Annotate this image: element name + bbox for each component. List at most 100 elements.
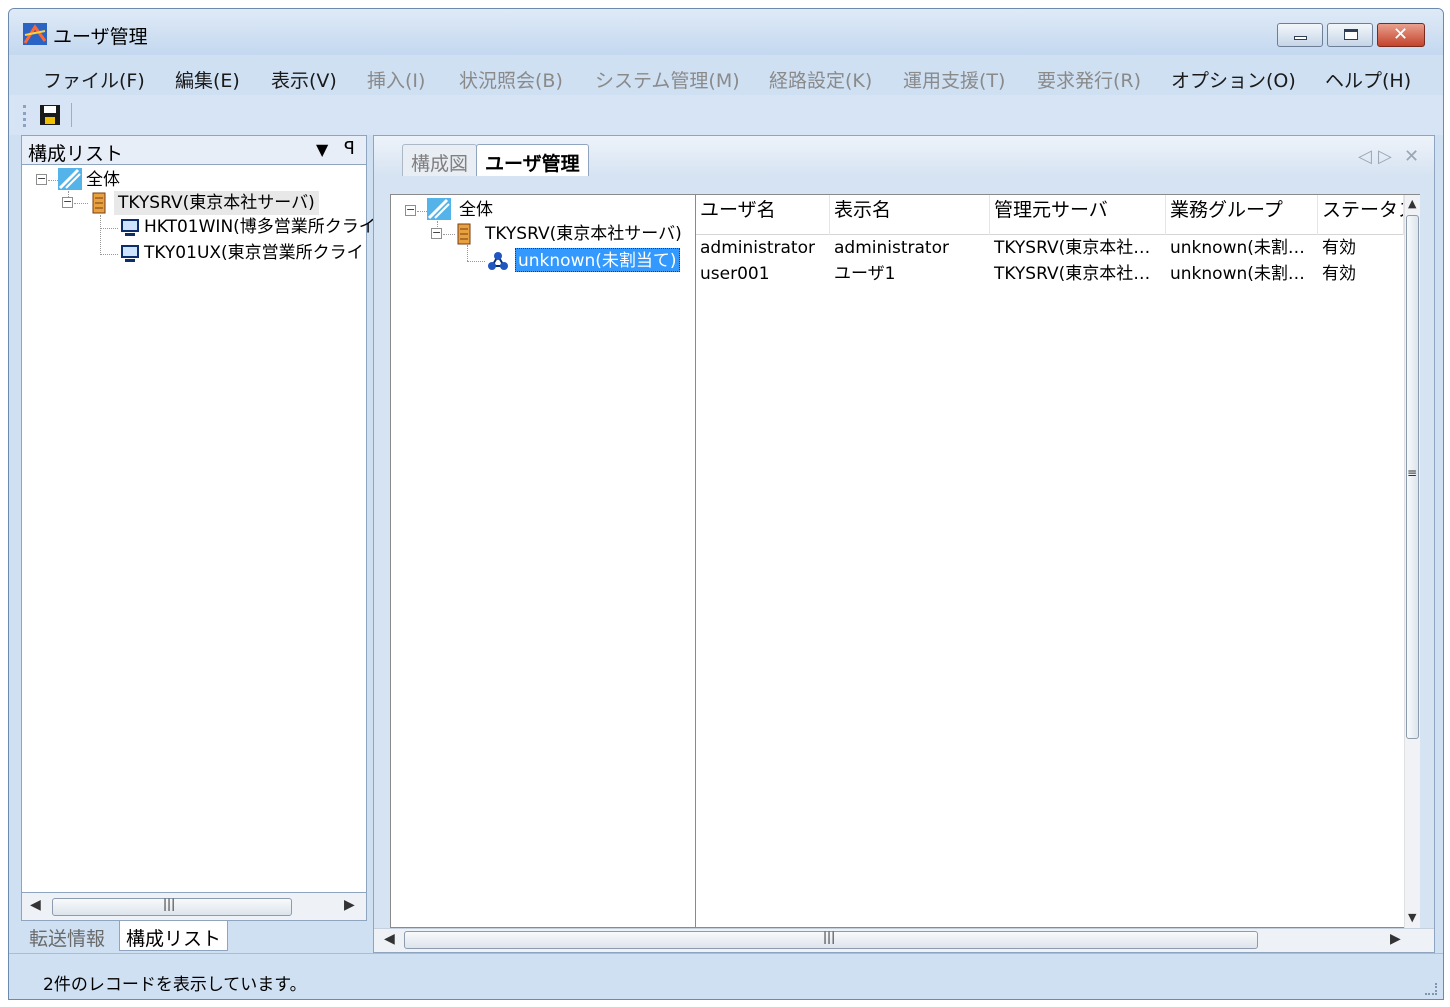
business-group-icon bbox=[488, 252, 508, 270]
user-list-header: ユーザ名 表示名 管理元サーバ 業務グループ ステータス bbox=[696, 195, 1404, 235]
server-icon bbox=[92, 192, 106, 214]
cell-managing-server: TKYSRV(東京本社… bbox=[994, 238, 1151, 258]
column-header-managing-server[interactable]: 管理元サーバ bbox=[990, 195, 1166, 235]
grip-icon: ≡ bbox=[1407, 466, 1418, 480]
save-icon[interactable] bbox=[39, 104, 61, 126]
panel-tabs: 転送情報 構成リスト bbox=[21, 921, 367, 953]
cell-username: user001 bbox=[700, 264, 770, 284]
grip-icon: ||| bbox=[163, 897, 176, 911]
tree-item-root[interactable]: 全体 bbox=[459, 198, 493, 222]
table-row[interactable]: user001 ユーザ1 TKYSRV(東京本社… unknown(未割当… 有… bbox=[696, 261, 1404, 287]
tree-connector bbox=[467, 261, 485, 262]
scroll-right-icon[interactable]: ▶ bbox=[344, 897, 355, 913]
cell-business-group: unknown(未割当… bbox=[1170, 264, 1318, 284]
maximize-icon bbox=[1344, 29, 1358, 40]
horizontal-scrollbar[interactable]: ◀ ||| ▶ bbox=[374, 928, 1434, 952]
main-window: ユーザ管理 ✕ ファイル(F) 編集(E) 表示(V) 挿入(I) 状況照会(B… bbox=[8, 8, 1444, 1000]
scroll-thumb[interactable]: ||| bbox=[52, 897, 292, 916]
menu-issue-request[interactable]: 要求発行(R) bbox=[1037, 66, 1141, 93]
client-pc-icon bbox=[121, 245, 139, 262]
cell-business-group: unknown(未割当… bbox=[1170, 238, 1318, 258]
menu-operation-support[interactable]: 運用支援(T) bbox=[903, 66, 1005, 93]
menu-system-admin[interactable]: システム管理(M) bbox=[595, 66, 740, 93]
tree-item-root[interactable]: 全体 bbox=[86, 168, 120, 192]
panel-title: 構成リスト bbox=[28, 143, 124, 165]
user-list: ユーザ名 表示名 管理元サーバ 業務グループ ステータス administrat… bbox=[696, 194, 1420, 929]
tree-connector bbox=[100, 228, 118, 229]
menu-help[interactable]: ヘルプ(H) bbox=[1325, 66, 1411, 93]
tab-transfer-info[interactable]: 転送情報 bbox=[23, 921, 111, 951]
horizontal-scrollbar[interactable]: ◀ ||| ▶ bbox=[21, 893, 367, 921]
maximize-button[interactable] bbox=[1327, 23, 1373, 47]
document-tab-strip: 構成図 ユーザ管理 ◁ ▷ ✕ bbox=[374, 136, 1434, 176]
close-button[interactable]: ✕ bbox=[1377, 23, 1425, 47]
network-all-icon bbox=[427, 198, 451, 220]
menu-insert[interactable]: 挿入(I) bbox=[367, 66, 425, 93]
window-title: ユーザ管理 bbox=[53, 26, 148, 48]
scroll-thumb[interactable]: ||| bbox=[404, 930, 1258, 949]
tree-item-client[interactable]: TKY01UX(東京営業所クライ bbox=[144, 241, 364, 265]
resize-grip-icon[interactable] bbox=[1425, 983, 1437, 995]
column-header-username[interactable]: ユーザ名 bbox=[696, 195, 830, 235]
column-header-status[interactable]: ステータス bbox=[1318, 195, 1404, 235]
tab-scroll-right-icon[interactable]: ▷ bbox=[1378, 146, 1392, 167]
title-bar[interactable]: ユーザ管理 ✕ bbox=[9, 9, 1443, 55]
minimize-icon bbox=[1294, 36, 1307, 40]
pin-icon[interactable]: ꟼ bbox=[344, 138, 355, 159]
client-pc-icon bbox=[121, 219, 139, 236]
scroll-up-icon[interactable]: ▲ bbox=[1408, 197, 1416, 210]
collapse-icon[interactable]: − bbox=[431, 227, 442, 239]
minimize-button[interactable] bbox=[1277, 23, 1323, 47]
tree-item-client[interactable]: HKT01WIN(博多営業所クライ bbox=[144, 215, 376, 239]
tree-item-business-group[interactable]: unknown(未割当て) bbox=[515, 248, 680, 272]
menu-options[interactable]: オプション(O) bbox=[1171, 66, 1296, 93]
menu-file[interactable]: ファイル(F) bbox=[43, 66, 145, 93]
tree-connector bbox=[443, 234, 455, 235]
scroll-down-icon[interactable]: ▼ bbox=[1408, 911, 1416, 924]
table-row[interactable]: administrator administrator TKYSRV(東京本社…… bbox=[696, 235, 1404, 261]
grip-icon: ||| bbox=[823, 930, 836, 944]
panel-header: 構成リスト ▼ ꟼ bbox=[21, 135, 367, 165]
collapse-icon[interactable]: − bbox=[405, 204, 416, 216]
app-icon bbox=[23, 23, 47, 45]
tree-item-server[interactable]: TKYSRV(東京本社サーバ) bbox=[114, 191, 319, 215]
scroll-thumb[interactable]: ≡ bbox=[1406, 215, 1419, 739]
cell-status: 有効 bbox=[1322, 264, 1356, 284]
cell-managing-server: TKYSRV(東京本社… bbox=[994, 264, 1151, 284]
close-tab-icon[interactable]: ✕ bbox=[1404, 146, 1419, 167]
column-header-business-group[interactable]: 業務グループ bbox=[1166, 195, 1318, 235]
menu-view[interactable]: 表示(V) bbox=[271, 66, 337, 93]
tree-connector bbox=[467, 245, 468, 261]
toolbar-separator bbox=[71, 103, 72, 127]
configuration-list-panel: 構成リスト ▼ ꟼ − 全体 − TKYSRV(東京本社サーバ) HKT01WI… bbox=[21, 135, 376, 953]
status-text: 2件のレコードを表示しています。 bbox=[43, 975, 307, 995]
tab-user-management[interactable]: ユーザ管理 bbox=[476, 144, 589, 176]
network-all-icon bbox=[58, 168, 82, 190]
scroll-right-icon[interactable]: ▶ bbox=[1390, 931, 1401, 947]
scroll-left-icon[interactable]: ◀ bbox=[384, 931, 395, 947]
collapse-icon[interactable]: − bbox=[36, 173, 47, 185]
tree-connector bbox=[48, 180, 58, 181]
vertical-scrollbar[interactable]: ▲ ≡ ▼ bbox=[1404, 195, 1420, 929]
document-panel: 構成図 ユーザ管理 ◁ ▷ ✕ − 全体 − TKYSRV(東京本社サーバ) u… bbox=[373, 135, 1435, 953]
scroll-left-icon[interactable]: ◀ bbox=[30, 897, 41, 913]
menu-route-settings[interactable]: 経路設定(K) bbox=[769, 66, 872, 93]
collapse-icon[interactable]: − bbox=[62, 196, 73, 208]
status-bar: 2件のレコードを表示しています。 bbox=[9, 953, 1443, 999]
tree-connector bbox=[100, 254, 118, 255]
tree-item-server[interactable]: TKYSRV(東京本社サーバ) bbox=[485, 222, 682, 246]
tab-scroll-left-icon[interactable]: ◁ bbox=[1358, 146, 1372, 167]
cell-status: 有効 bbox=[1322, 238, 1356, 258]
close-icon: ✕ bbox=[1393, 24, 1409, 45]
tab-configuration-list[interactable]: 構成リスト bbox=[119, 921, 229, 951]
cell-username: administrator bbox=[700, 238, 815, 258]
menu-edit[interactable]: 編集(E) bbox=[175, 66, 240, 93]
column-header-display-name[interactable]: 表示名 bbox=[830, 195, 990, 235]
menu-status-inquiry[interactable]: 状況照会(B) bbox=[459, 66, 563, 93]
config-tree: − 全体 − TKYSRV(東京本社サーバ) HKT01WIN(博多営業所クライ… bbox=[21, 165, 376, 893]
chevron-down-icon[interactable]: ▼ bbox=[316, 140, 328, 159]
user-group-tree: − 全体 − TKYSRV(東京本社サーバ) unknown(未割当て) bbox=[390, 194, 696, 928]
toolbar-grip[interactable] bbox=[23, 105, 26, 127]
tab-configuration-diagram[interactable]: 構成図 bbox=[402, 144, 478, 176]
tree-connector bbox=[100, 215, 101, 255]
